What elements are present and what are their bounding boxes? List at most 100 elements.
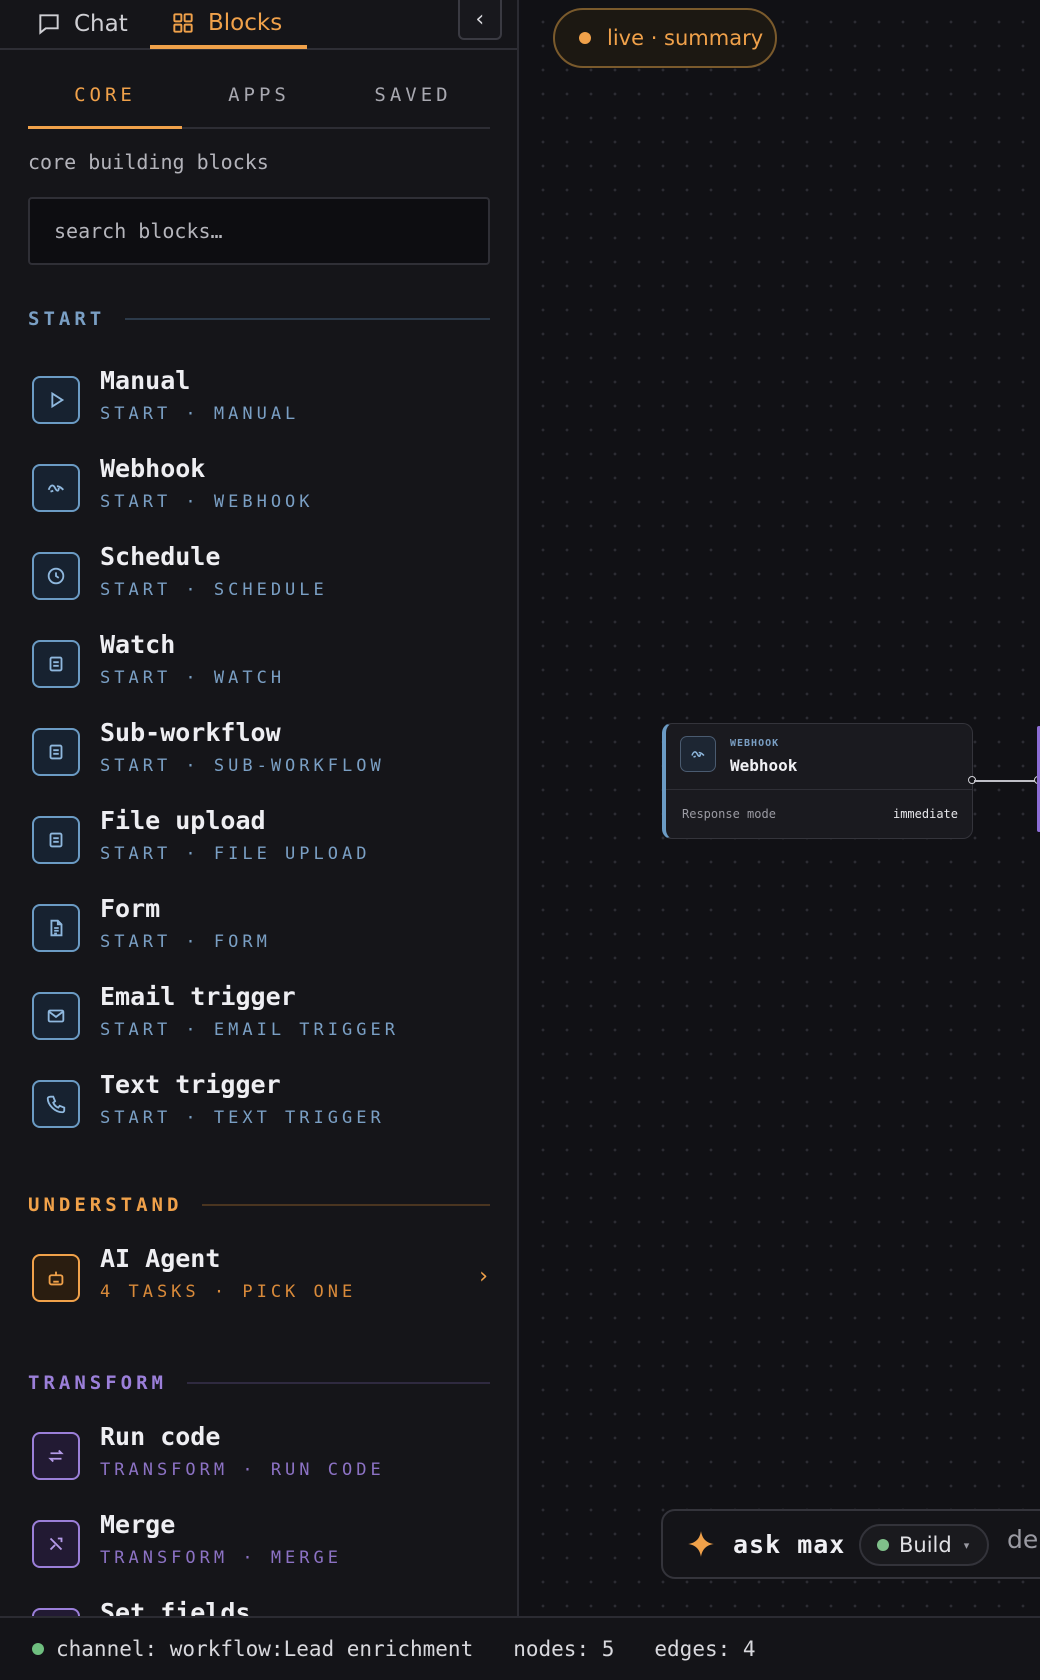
edge-count: edges: 4: [654, 1637, 756, 1661]
group-header-understand: UNDERSTAND: [28, 1194, 490, 1216]
block-item-form[interactable]: Form START · FORM: [28, 892, 490, 962]
block-subtitle: 4 TASKS · PICK ONE: [100, 1282, 357, 1302]
block-title: Form: [100, 894, 161, 923]
mode-label: Build: [899, 1533, 952, 1557]
node-name: Webhook: [730, 756, 798, 775]
ask-max-bar[interactable]: ask max Build ▾ de: [661, 1509, 1040, 1579]
live-summary-label: live · summary: [607, 26, 764, 50]
mode-select[interactable]: Build ▾: [859, 1524, 989, 1566]
node-count: nodes: 5: [513, 1637, 615, 1661]
subtab-saved[interactable]: SAVED: [336, 72, 490, 127]
subtab-core[interactable]: CORE: [28, 72, 182, 129]
phone-icon: [32, 1080, 80, 1128]
block-subtitle: START · SUB-WORKFLOW: [100, 756, 385, 776]
block-item-run-code[interactable]: Run code TRANSFORM · RUN CODE: [28, 1420, 490, 1490]
group-divider: [202, 1204, 490, 1206]
group-label-understand: UNDERSTAND: [28, 1194, 183, 1216]
node-kind: WEBHOOK: [730, 738, 780, 749]
grid-icon: [173, 12, 193, 33]
block-title: Sub-workflow: [100, 718, 281, 747]
sparkle-icon: [688, 1531, 714, 1557]
block-subtitle: START · SCHEDULE: [100, 580, 328, 600]
block-subtitle: START · FILE UPLOAD: [100, 844, 371, 864]
block-subtitle: TRANSFORM · MERGE: [100, 1548, 342, 1568]
block-category-tabs: CORE APPS SAVED: [28, 72, 490, 129]
group-header-transform: TRANSFORM: [28, 1372, 490, 1394]
group-label-transform: TRANSFORM: [28, 1372, 167, 1394]
group-divider: [125, 318, 490, 320]
blocks-sidebar: Chat Blocks ‹ CORE APPS SAVED core build…: [0, 0, 519, 1616]
block-title: Text trigger: [100, 1070, 281, 1099]
swap-icon: [32, 1432, 80, 1480]
mail-icon: [32, 992, 80, 1040]
block-item-email-trigger[interactable]: Email trigger START · EMAIL TRIGGER: [28, 980, 490, 1050]
live-summary-pill[interactable]: live · summary: [553, 8, 777, 68]
connection-edge: [974, 780, 1040, 782]
chevron-left-icon: ‹: [473, 6, 487, 32]
ask-max-label: ask max: [733, 1530, 846, 1559]
block-item-schedule[interactable]: Schedule START · SCHEDULE: [28, 540, 490, 610]
document-icon: [32, 904, 80, 952]
block-subtitle: START · EMAIL TRIGGER: [100, 1020, 399, 1040]
list-icon: [32, 640, 80, 688]
list-icon: [32, 1608, 80, 1616]
chevron-right-icon: ›: [476, 1264, 490, 1289]
webhook-icon: [680, 736, 716, 772]
block-item-merge[interactable]: Merge TRANSFORM · MERGE: [28, 1508, 490, 1578]
workflow-canvas[interactable]: live · summary WEBHOOK Webhook Response …: [521, 0, 1040, 1616]
mode-status-dot: [877, 1539, 889, 1551]
block-title: Merge: [100, 1510, 176, 1539]
merge-icon: [32, 1520, 80, 1568]
block-title: Manual: [100, 366, 191, 395]
block-item-manual[interactable]: Manual START · MANUAL: [28, 364, 490, 434]
block-title: Email trigger: [100, 982, 296, 1011]
ask-input-text[interactable]: de: [1007, 1525, 1038, 1554]
robot-icon: [32, 1254, 80, 1302]
tab-chat-label: Chat: [74, 11, 128, 37]
status-dot: [579, 32, 591, 44]
block-title: Schedule: [100, 542, 221, 571]
sidebar-topbar: Chat Blocks ‹: [0, 0, 517, 50]
block-item-watch[interactable]: Watch START · WATCH: [28, 628, 490, 698]
block-item-file-upload[interactable]: File upload START · FILE UPLOAD: [28, 804, 490, 874]
block-item-webhook[interactable]: Webhook START · WEBHOOK: [28, 452, 490, 522]
block-item-sub-workflow[interactable]: Sub-workflow START · SUB-WORKFLOW: [28, 716, 490, 786]
block-subtitle: START · WEBHOOK: [100, 492, 314, 512]
collapse-sidebar-button[interactable]: ‹: [458, 0, 502, 40]
block-subtitle: START · FORM: [100, 932, 271, 952]
block-subtitle: START · TEXT TRIGGER: [100, 1108, 385, 1128]
group-label-start: START: [28, 308, 106, 330]
block-title: Webhook: [100, 454, 206, 483]
list-icon: [32, 816, 80, 864]
play-icon: [32, 376, 80, 424]
node-divider: [666, 789, 972, 790]
block-subtitle: START · MANUAL: [100, 404, 300, 424]
channel-status: channel: workflow:Lead enrichment: [56, 1637, 474, 1661]
block-subtitle: TRANSFORM · RUN CODE: [100, 1460, 385, 1480]
node-field-key: Response mode: [682, 807, 776, 821]
group-divider: [186, 1382, 490, 1384]
block-item-text-trigger[interactable]: Text trigger START · TEXT TRIGGER: [28, 1068, 490, 1138]
block-subtitle: START · WATCH: [100, 668, 286, 688]
group-header-start: START: [28, 308, 490, 330]
block-title: Set fields: [100, 1598, 251, 1616]
block-title: Run code: [100, 1422, 221, 1451]
tab-blocks[interactable]: Blocks: [150, 0, 307, 49]
connection-status-dot: [32, 1643, 44, 1655]
webhook-node[interactable]: WEBHOOK Webhook Response mode immediate: [662, 723, 973, 839]
clock-icon: [32, 552, 80, 600]
tab-blocks-label: Blocks: [208, 9, 283, 36]
list-icon: [32, 728, 80, 776]
subtab-apps[interactable]: APPS: [182, 72, 336, 127]
section-description: core building blocks: [28, 150, 269, 174]
block-item-set-fields[interactable]: Set fields: [28, 1596, 490, 1616]
status-bar: channel: workflow:Lead enrichment nodes:…: [0, 1616, 1040, 1680]
block-title: File upload: [100, 806, 266, 835]
tab-chat[interactable]: Chat: [36, 0, 128, 48]
caret-down-icon: ▾: [963, 1538, 970, 1552]
chat-bubble-icon: [39, 14, 59, 35]
block-title: Watch: [100, 630, 176, 659]
search-blocks-input[interactable]: [28, 197, 490, 265]
block-item-ai-agent[interactable]: AI Agent 4 TASKS · PICK ONE ›: [28, 1242, 490, 1312]
webhook-icon: [32, 464, 80, 512]
